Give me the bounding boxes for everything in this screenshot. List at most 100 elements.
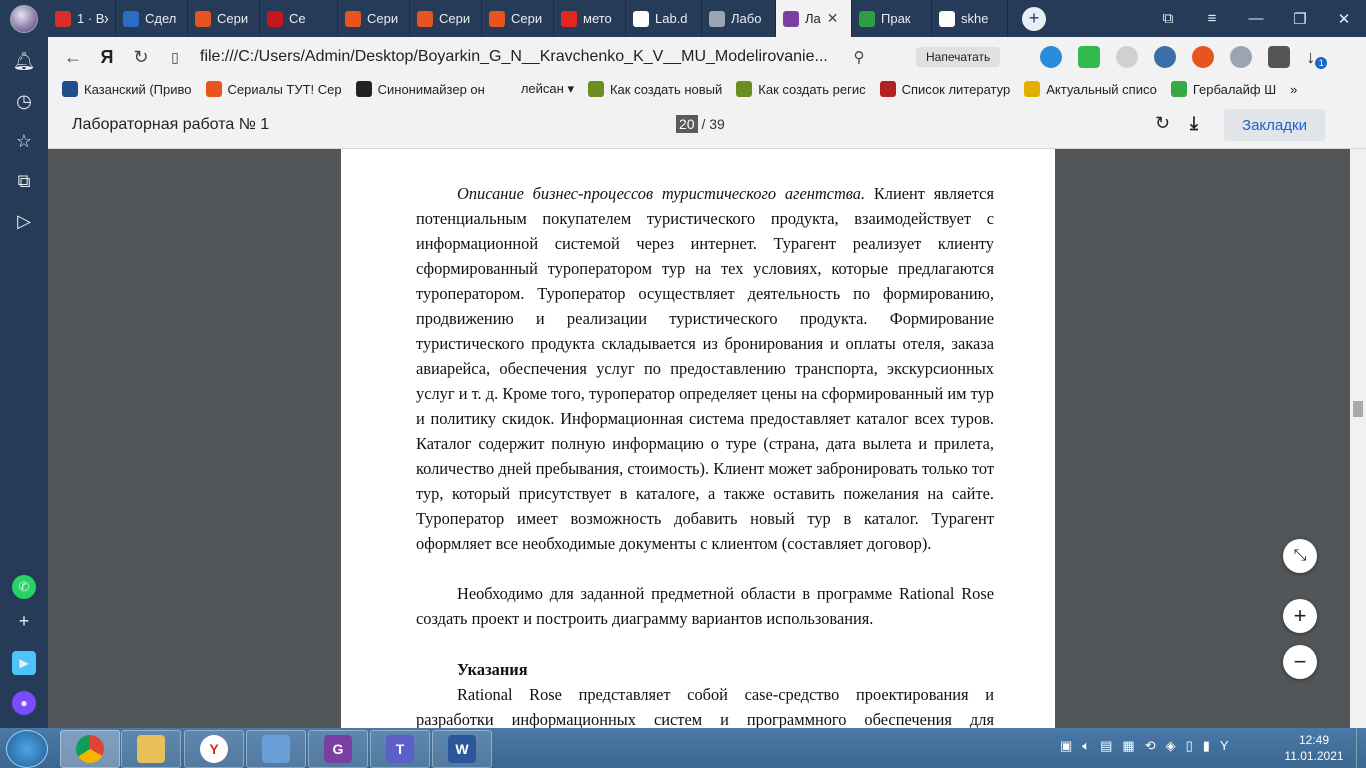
bookmark-icon xyxy=(587,81,604,97)
24-icon xyxy=(123,10,139,27)
taskbar-explorer[interactable] xyxy=(121,730,181,768)
usb-icon[interactable]: ▯ xyxy=(1186,738,1193,754)
bookmark-label: Казанский (Приво xyxy=(84,81,192,97)
browser-tab[interactable]: Лабо xyxy=(702,0,776,37)
zoom-in-button[interactable]: + xyxy=(1283,599,1317,633)
volume-icon[interactable]: 🔈︎ xyxy=(1082,738,1090,754)
fit-page-button[interactable]: ⤡ xyxy=(1283,539,1317,573)
browser-tab[interactable]: мето xyxy=(554,0,626,37)
browser-tab[interactable]: Сери xyxy=(410,0,482,37)
new-tab-button[interactable]: + xyxy=(1022,6,1046,31)
browser-tab[interactable]: Сери xyxy=(338,0,410,37)
extension-icon[interactable] xyxy=(1154,46,1177,68)
bookmark-item[interactable]: лейсан ▾ xyxy=(498,81,574,97)
search-icon[interactable]: ⚲ xyxy=(842,48,876,66)
close-tab-icon[interactable]: ✕ xyxy=(827,10,839,27)
cat-icon[interactable] xyxy=(1192,46,1215,68)
bookmark-item[interactable]: Синонимайзер он xyxy=(355,81,485,97)
clock-date: 11.01.2021 xyxy=(1284,749,1344,763)
clock[interactable]: 12:49 11.01.2021 xyxy=(1284,732,1344,764)
gmail-icon xyxy=(55,10,71,27)
notifications-icon[interactable]: 🔔︎ xyxy=(12,49,36,73)
taskbar-control-panel[interactable] xyxy=(246,730,306,768)
browser-tab[interactable]: 1 · Вх xyxy=(48,0,116,37)
bookmark-item[interactable]: Список литератур xyxy=(879,81,1010,97)
tray-app-icon[interactable]: ▤ xyxy=(1100,738,1112,754)
add-panel-icon[interactable]: + xyxy=(12,609,36,633)
yandex-browser-icon: Y xyxy=(200,735,228,763)
close-window-button[interactable]: ✕ xyxy=(1322,10,1366,28)
browser-tab[interactable]: Сери xyxy=(188,0,260,37)
cat-icon xyxy=(195,10,211,27)
collections-icon[interactable]: ⧉ xyxy=(12,169,36,193)
url-field[interactable]: file:///C:/Users/Admin/Desktop/Boyarkin_… xyxy=(200,48,840,66)
browser-tab[interactable]: skhe xyxy=(932,0,1008,37)
bookmark-item[interactable]: Как создать регис xyxy=(736,81,866,97)
security-icon[interactable]: ◈ xyxy=(1166,738,1176,754)
taskbar-teams[interactable]: T xyxy=(370,730,430,768)
tab-label: Сдел xyxy=(145,11,177,26)
bookmarks-button[interactable]: Закладки xyxy=(1224,109,1325,141)
current-page-field[interactable]: 20 xyxy=(676,115,698,133)
profile-avatar[interactable] xyxy=(0,0,48,37)
taskbar-pdf[interactable]: G xyxy=(308,730,368,768)
bookmark-label: Актуальный списо xyxy=(1046,81,1157,97)
bookmark-item[interactable]: Казанский (Приво xyxy=(62,81,192,97)
taskbar-yandex[interactable]: Y xyxy=(184,730,244,768)
browser-tab[interactable]: Се xyxy=(260,0,338,37)
address-bar: ← Я ↻ ▯ file:///C:/Users/Admin/Desktop/B… xyxy=(48,37,1366,77)
vertical-scrollbar[interactable] xyxy=(1350,149,1366,728)
restore-button[interactable]: ❐ xyxy=(1278,10,1322,28)
print-button[interactable]: Напечатать xyxy=(916,47,1001,67)
download-icon[interactable]: ⤓ xyxy=(1190,113,1198,134)
bookmark-icon xyxy=(355,81,372,97)
tabs-menu-icon[interactable]: ⧉ xyxy=(1146,10,1190,27)
yandex-tray-icon[interactable]: Y xyxy=(1220,738,1229,754)
messenger-icon[interactable]: ▶ xyxy=(12,651,36,675)
browser-tab[interactable]: Сери xyxy=(482,0,554,37)
adblock-icon[interactable] xyxy=(1078,46,1101,68)
reload-icon[interactable]: ↻ xyxy=(124,47,158,68)
bookmarks-overflow-icon[interactable]: » xyxy=(1290,82,1297,97)
bookmark-item[interactable]: Гербалайф Ш xyxy=(1170,81,1276,97)
extensions-icon[interactable] xyxy=(1268,46,1291,68)
media-icon[interactable]: ▷ xyxy=(12,209,36,233)
document-viewport[interactable]: Описание бизнес-процессов туристического… xyxy=(48,149,1350,728)
yandex-logo-icon[interactable]: Я xyxy=(90,47,124,68)
minimize-button[interactable]: — xyxy=(1234,10,1278,27)
favorites-icon[interactable]: ☆ xyxy=(12,129,36,153)
zoom-out-button[interactable]: − xyxy=(1283,645,1317,679)
bookmark-item[interactable]: Как создать новый xyxy=(587,81,723,97)
signal-icon[interactable]: ▮ xyxy=(1203,738,1210,754)
taskbar-chrome[interactable] xyxy=(60,730,120,768)
menu-icon[interactable]: ≡ xyxy=(1190,10,1234,27)
browser-tab[interactable]: Ла ✕ xyxy=(776,0,852,37)
tab-label: Сери xyxy=(217,11,249,26)
show-desktop-button[interactable] xyxy=(1356,728,1366,768)
tab-label: skhe xyxy=(961,11,989,26)
browser-tab[interactable]: Прак xyxy=(852,0,932,37)
back-icon[interactable]: ← xyxy=(56,47,90,68)
extension-icon[interactable] xyxy=(1040,46,1063,68)
taskbar-word[interactable]: W xyxy=(432,730,492,768)
extension-icon[interactable] xyxy=(1116,46,1139,68)
downloads-icon[interactable]: ↓ 1 xyxy=(1306,47,1328,69)
bookmark-item[interactable]: Актуальный списо xyxy=(1024,81,1157,97)
alice-icon[interactable]: ● xyxy=(12,691,36,715)
scrollbar-thumb[interactable] xyxy=(1353,401,1363,417)
whatsapp-icon[interactable]: ✆ xyxy=(12,575,36,599)
bookmark-item[interactable]: Сериалы ТУТ! Сер xyxy=(205,81,342,97)
tray-app-icon[interactable]: ▦ xyxy=(1122,738,1134,754)
doc-icon xyxy=(939,10,955,27)
network-icon[interactable]: ⟲ xyxy=(1145,738,1156,754)
start-button[interactable] xyxy=(6,730,48,768)
teams-tray-icon[interactable]: ▣ xyxy=(1060,738,1072,754)
browser-tab[interactable]: Сдел xyxy=(116,0,188,37)
bookmark-label: Как создать новый xyxy=(609,81,723,97)
globe-icon[interactable] xyxy=(1230,46,1253,68)
history-icon[interactable]: ◷ xyxy=(12,89,36,113)
browser-tab[interactable]: Lab.d xyxy=(626,0,702,37)
pdf-icon xyxy=(783,10,799,27)
rotate-icon[interactable]: ↻ xyxy=(1155,113,1170,134)
windows-taskbar: Y G T W ▣ 🔈︎ ▤ ▦ ⟲ ◈ ▯ ▮ Y 12:49 11.01.20… xyxy=(0,728,1366,768)
